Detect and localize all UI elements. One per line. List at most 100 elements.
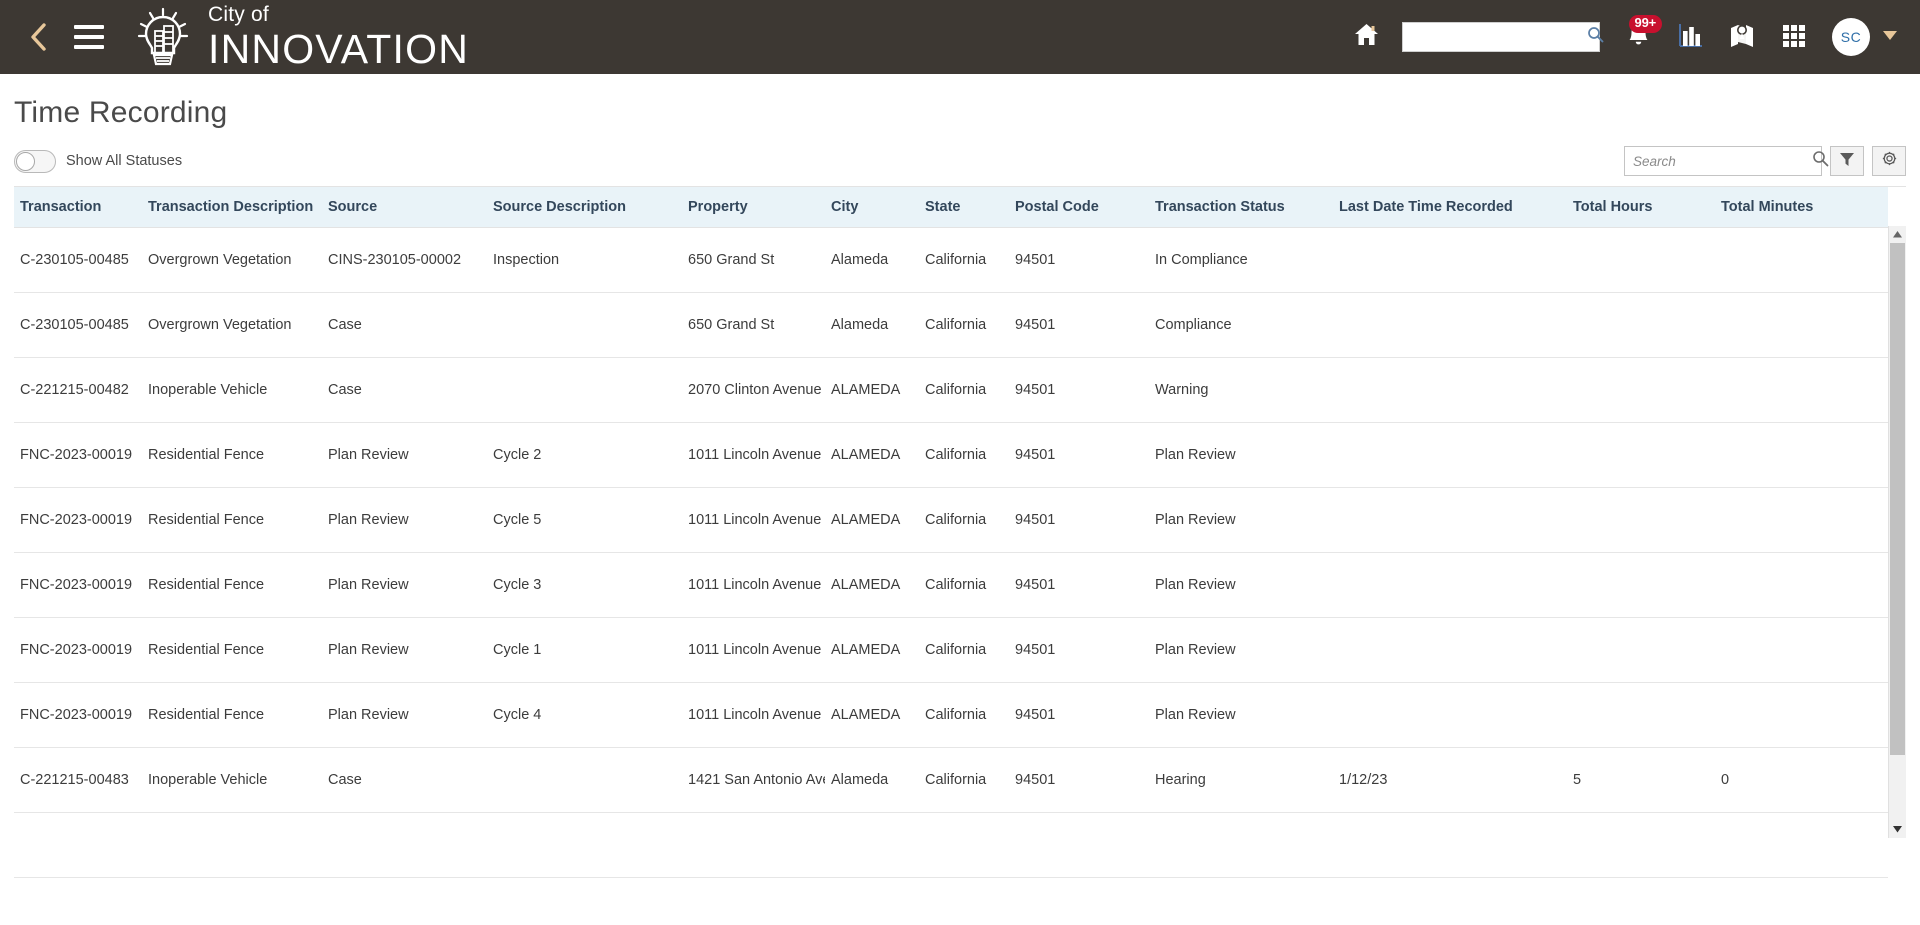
search-input[interactable] <box>1633 147 1812 175</box>
cell-total-hours <box>1567 552 1715 618</box>
cell-transaction: C-221215-00482 <box>14 357 142 423</box>
cell-source-description <box>487 357 682 423</box>
cell-transaction-description: Residential Fence <box>142 552 322 618</box>
scroll-down-arrow-icon[interactable] <box>1889 821 1907 838</box>
cell-transaction-status: Plan Review <box>1149 682 1333 748</box>
cell-postal-code: 94501 <box>1009 747 1149 813</box>
cell-source-description: Cycle 2 <box>487 422 682 488</box>
cell-transaction: FNC-2023-00019 <box>14 487 142 553</box>
user-menu-button[interactable] <box>1882 28 1898 46</box>
notifications-badge: 99+ <box>1628 15 1662 33</box>
cell-last-date-time-recorded: 1/12/23 <box>1333 747 1567 813</box>
toggle-switch[interactable] <box>14 149 56 173</box>
cell-state: California <box>919 227 1009 293</box>
brand-logo-group[interactable]: City of INNOVATION <box>132 4 469 70</box>
cell-total-minutes <box>1715 617 1888 683</box>
back-button[interactable] <box>22 17 56 57</box>
table-row[interactable]: C-230105-00485 Overgrown Vegetation CINS-2… <box>14 227 1888 293</box>
column-header[interactable]: City <box>825 187 919 228</box>
cell-source-description: Inspection <box>487 227 682 293</box>
apps-button[interactable] <box>1768 11 1820 63</box>
cell-city: Alameda <box>825 292 919 358</box>
column-header[interactable]: Total Minutes <box>1715 187 1888 228</box>
table-row[interactable]: FNC-2023-00019 Residential Fence Plan Revi… <box>14 422 1888 488</box>
home-icon <box>1353 22 1380 52</box>
table-row[interactable]: FNC-2023-00019 Residential Fence Plan Revi… <box>14 552 1888 618</box>
cell-transaction: FNC-2023-00019 <box>14 422 142 488</box>
scroll-up-arrow-icon[interactable] <box>1889 226 1907 243</box>
column-header[interactable]: Last Date Time Recorded <box>1333 187 1567 228</box>
scrollbar-track[interactable] <box>1889 243 1906 821</box>
notifications-button[interactable]: 99+ <box>1612 11 1664 63</box>
lightbulb-building-logo-icon <box>132 6 194 68</box>
column-header[interactable]: Total Hours <box>1567 187 1715 228</box>
table-row[interactable]: FNC-2023-00019 Residential Fence Plan Revi… <box>14 487 1888 553</box>
cell-property: 1011 Lincoln Avenue <box>682 682 825 748</box>
cell-postal-code: 94501 <box>1009 552 1149 618</box>
brand-line-city: City of <box>208 3 269 26</box>
list-search-box[interactable] <box>1624 146 1829 176</box>
global-search-input[interactable] <box>1411 23 1587 51</box>
cell-last-date-time-recorded <box>1333 552 1567 618</box>
cell-transaction-description: Residential Fence <box>142 422 322 488</box>
page-title: Time Recording <box>14 96 228 129</box>
app-header: City of INNOVATION 99+ SC <box>0 0 1920 74</box>
cell-total-hours <box>1567 682 1715 748</box>
cell-property: 1421 San Antonio Ave <box>682 747 825 813</box>
show-all-statuses-toggle[interactable]: Show All Statuses <box>14 149 182 173</box>
column-header[interactable]: Postal Code <box>1009 187 1149 228</box>
column-header[interactable]: Transaction <box>14 187 142 228</box>
hamburger-menu-icon[interactable] <box>68 16 110 58</box>
table-row[interactable]: FNC-2023-00019 Residential Fence Plan Revi… <box>14 682 1888 748</box>
cell-last-date-time-recorded <box>1333 682 1567 748</box>
avatar[interactable]: SC <box>1832 18 1870 56</box>
column-header[interactable]: Source <box>322 187 487 228</box>
cell-transaction-status: Plan Review <box>1149 552 1333 618</box>
filter-button[interactable] <box>1830 146 1864 176</box>
table-row[interactable]: FNC-2023-00019 Residential Fence Plan Revi… <box>14 617 1888 683</box>
table-row[interactable]: C-230105-00485 Overgrown Vegetation Case 65… <box>14 292 1888 358</box>
cell-total-hours <box>1567 422 1715 488</box>
cell-state: California <box>919 682 1009 748</box>
cell-transaction-status: Plan Review <box>1149 422 1333 488</box>
search-icon[interactable] <box>1587 26 1604 48</box>
column-header[interactable]: Transaction Description <box>142 187 322 228</box>
cell-transaction-status: Plan Review <box>1149 617 1333 683</box>
cell-total-hours <box>1567 487 1715 553</box>
cell-postal-code: 94501 <box>1009 487 1149 553</box>
cell-property: 1011 Lincoln Avenue <box>682 617 825 683</box>
toolbar-actions <box>1624 146 1906 176</box>
column-header[interactable]: Source Description <box>487 187 682 228</box>
reports-button[interactable] <box>1664 11 1716 63</box>
cell-state: California <box>919 747 1009 813</box>
grid-apps-icon <box>1781 22 1807 53</box>
cell-source-description: Cycle 5 <box>487 487 682 553</box>
vertical-scrollbar[interactable] <box>1888 226 1906 838</box>
column-header[interactable]: Property <box>682 187 825 228</box>
cell-total-hours: 5 <box>1567 747 1715 813</box>
scrollbar-thumb[interactable] <box>1890 243 1905 755</box>
cell-last-date-time-recorded <box>1333 292 1567 358</box>
page-body: Time Recording Show All Statuses Search … <box>0 74 1920 925</box>
brand-line-name: INNOVATION <box>208 26 470 72</box>
global-search-box[interactable] <box>1402 22 1604 52</box>
cell-source: Case <box>322 747 487 813</box>
cell-property: 650 Grand St <box>682 227 825 293</box>
column-header[interactable]: State <box>919 187 1009 228</box>
search-icon[interactable] <box>1812 150 1829 172</box>
table-row[interactable]: C-221215-00483 Inoperable Vehicle Case 1421… <box>14 747 1888 813</box>
cell-source: Case <box>322 292 487 358</box>
cell-transaction: FNC-2023-00019 <box>14 682 142 748</box>
cell-transaction-description: Inoperable Vehicle <box>142 747 322 813</box>
cell-transaction: FNC-2023-00019 <box>14 552 142 618</box>
home-button[interactable] <box>1340 11 1392 63</box>
cell-transaction-description: Overgrown Vegetation <box>142 292 322 358</box>
time-recording-grid: Transaction Transaction Description Source… <box>14 186 1906 925</box>
column-header[interactable]: Transaction Status <box>1149 187 1333 228</box>
settings-button[interactable] <box>1872 146 1906 176</box>
cell-source: CINS-230105-00002 <box>322 227 487 293</box>
cell-city: ALAMEDA <box>825 682 919 748</box>
map-button[interactable] <box>1716 11 1768 63</box>
table-row[interactable]: C-221215-00482 Inoperable Vehicle Case 2070… <box>14 357 1888 423</box>
cell-source: Case <box>322 357 487 423</box>
